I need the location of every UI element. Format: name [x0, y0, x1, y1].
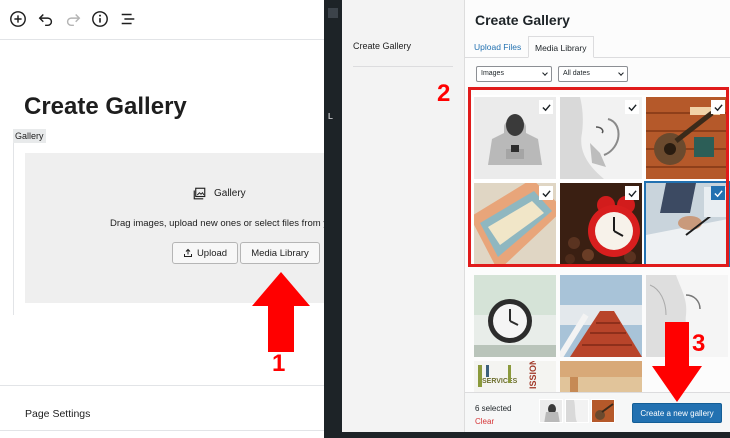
- selection-count: 6 selected: [475, 404, 512, 413]
- undo-icon[interactable]: [35, 8, 57, 30]
- annotation-number-1: 1: [272, 350, 286, 377]
- modal-title: Create Gallery: [475, 12, 570, 28]
- annotation-number-2: 2: [437, 80, 451, 107]
- settings-divider: [0, 385, 330, 386]
- selection-thumb-hoodie[interactable]: [539, 399, 563, 423]
- selection-thumb-praying-woman[interactable]: [565, 399, 589, 423]
- upload-button-label: Upload: [196, 247, 228, 259]
- selection-highlight-box: [468, 87, 729, 267]
- menu-separator: [353, 66, 453, 67]
- arrow-up-icon: [252, 272, 310, 352]
- modal-tabs: Upload Files Media Library: [465, 36, 730, 58]
- media-modal-menu: Create Gallery: [342, 0, 465, 432]
- upload-button[interactable]: Upload: [172, 242, 238, 264]
- block-type-label: Gallery: [13, 129, 46, 143]
- gallery-heading-text: Gallery: [214, 188, 246, 199]
- attachment-clock[interactable]: [474, 275, 556, 357]
- date-filter[interactable]: All dates: [558, 66, 628, 82]
- upload-icon: [183, 248, 192, 257]
- info-icon[interactable]: [89, 8, 111, 30]
- clear-selection-link[interactable]: Clear: [475, 417, 494, 426]
- media-type-filter[interactable]: Images: [476, 66, 552, 82]
- add-block-icon[interactable]: [7, 8, 29, 30]
- tab-upload-files[interactable]: Upload Files: [468, 36, 527, 58]
- gallery-icon: [193, 187, 206, 200]
- media-library-button[interactable]: Media Library: [240, 242, 320, 264]
- word-cloud-word: SERVICES: [482, 378, 518, 385]
- create-new-gallery-button[interactable]: Create a new gallery: [632, 403, 722, 423]
- gallery-placeholder-heading: Gallery: [192, 186, 246, 201]
- page-settings-heading[interactable]: Page Settings: [25, 408, 90, 420]
- selection-thumb-guitar[interactable]: [591, 399, 615, 423]
- word-cloud-word: ISSION: [528, 361, 538, 389]
- settings-panel-edge: [0, 430, 330, 438]
- page-title[interactable]: Create Gallery: [24, 93, 187, 121]
- tab-media-library[interactable]: Media Library: [528, 36, 594, 58]
- block-outline: [13, 143, 14, 315]
- menu-item-create-gallery[interactable]: Create Gallery: [353, 41, 411, 51]
- redo-icon[interactable]: [62, 8, 84, 30]
- annotation-number-3: 3: [692, 330, 706, 357]
- admin-menu-behind: L: [324, 0, 344, 438]
- list-view-icon[interactable]: [117, 8, 139, 30]
- attachment-stairs[interactable]: [560, 275, 642, 357]
